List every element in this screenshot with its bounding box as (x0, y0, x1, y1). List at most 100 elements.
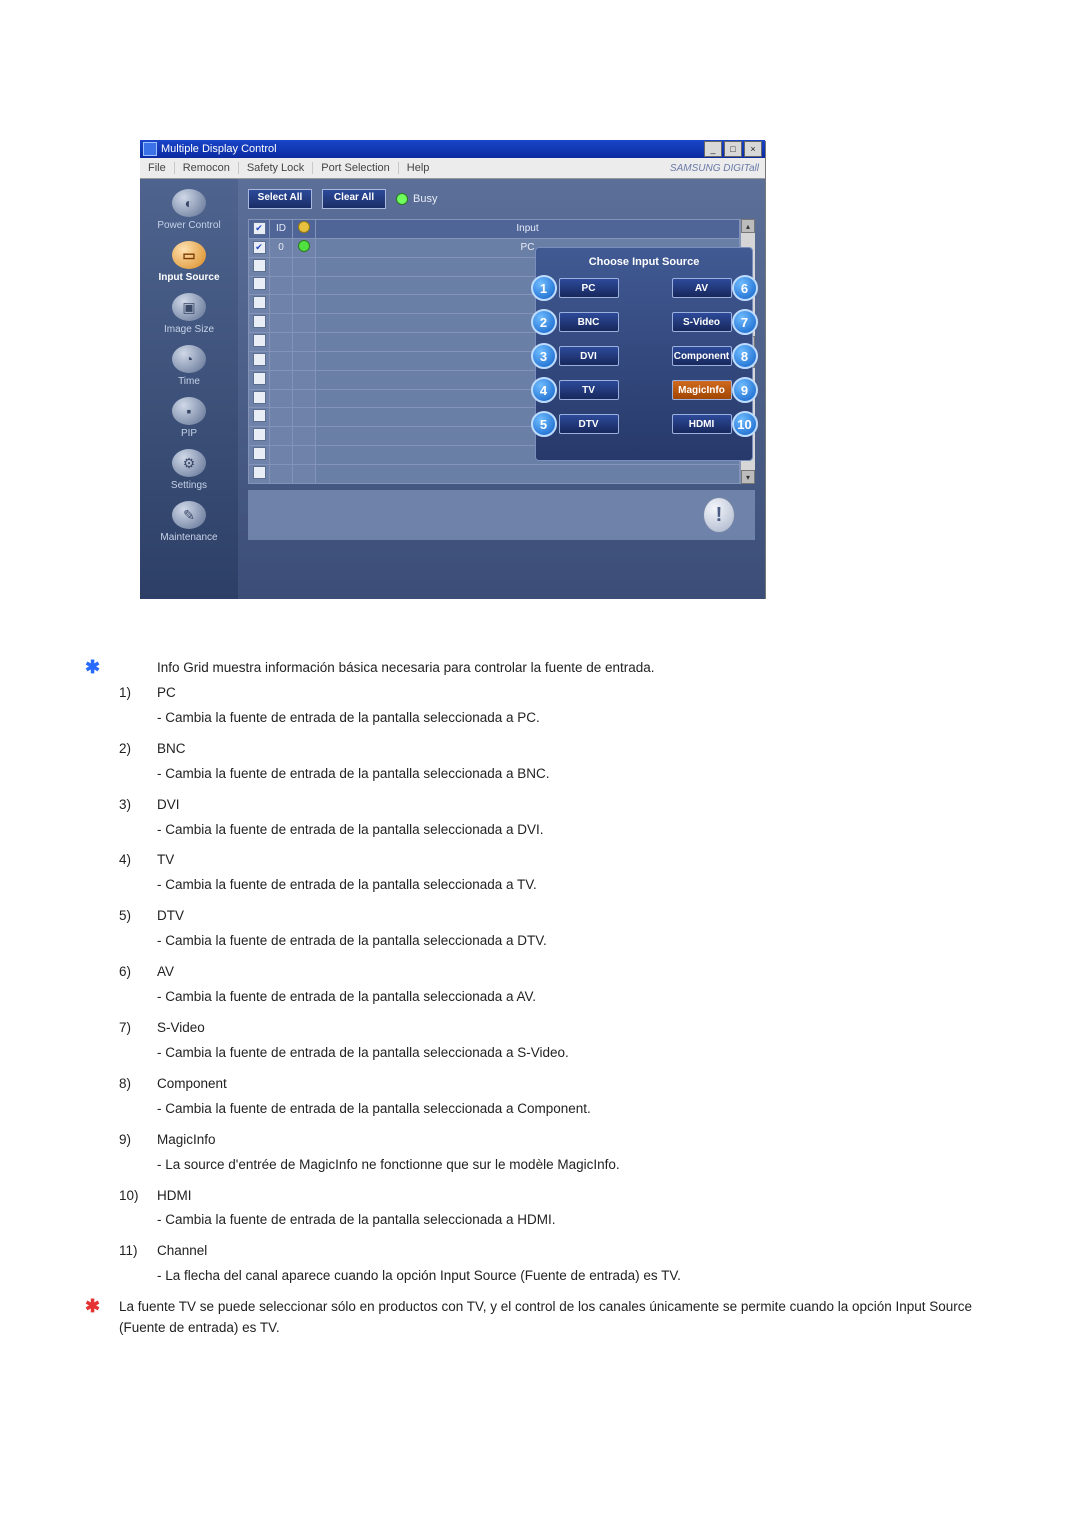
doc-item: 1)PC (85, 683, 995, 704)
menu-port-selection[interactable]: Port Selection (313, 162, 398, 174)
intro-text: Info Grid muestra información básica nec… (157, 658, 995, 679)
sidebar-item-label: Maintenance (140, 532, 238, 543)
doc-item-title: Component (157, 1074, 995, 1095)
sidebar-item-image-size[interactable]: ▣ Image Size (140, 289, 238, 341)
row-checkbox[interactable] (253, 277, 266, 290)
scroll-up-icon[interactable]: ▴ (741, 219, 755, 233)
doc-item-number: 8) (119, 1074, 157, 1095)
doc-item: 9)MagicInfo (85, 1130, 995, 1151)
menu-help[interactable]: Help (399, 162, 438, 174)
doc-item: 2)BNC (85, 739, 995, 760)
header-checkbox[interactable] (253, 222, 266, 235)
source-btn-pc[interactable]: PC (559, 278, 619, 298)
window-close-button[interactable]: × (744, 141, 762, 157)
doc-item-title: PC (157, 683, 995, 704)
row-checkbox[interactable] (253, 259, 266, 272)
doc-item-title: S-Video (157, 1018, 995, 1039)
menu-bar: File Remocon Safety Lock Port Selection … (140, 158, 765, 179)
doc-item-number: 10) (119, 1186, 157, 1207)
row-checkbox[interactable] (253, 334, 266, 347)
title-bar: Multiple Display Control _ □ × (140, 140, 765, 158)
sidebar-item-pip[interactable]: ▪ PIP (140, 393, 238, 445)
row-checkbox[interactable] (253, 372, 266, 385)
source-btn-magicinfo[interactable]: MagicInfo (672, 380, 732, 400)
settings-icon: ⚙ (172, 449, 206, 477)
row-checkbox[interactable] (253, 315, 266, 328)
image-size-icon: ▣ (172, 293, 206, 321)
input-source-icon: ▭ (172, 241, 206, 269)
callout-2: 2 (531, 309, 557, 335)
clear-all-button[interactable]: Clear All (322, 189, 386, 209)
source-btn-hdmi[interactable]: HDMI (672, 414, 732, 434)
sidebar-item-power-control[interactable]: ◐ Power Control (140, 185, 238, 237)
source-btn-av[interactable]: AV (672, 278, 732, 298)
source-btn-dvi[interactable]: DVI (559, 346, 619, 366)
doc-item: 8)Component (85, 1074, 995, 1095)
source-btn-component[interactable]: Component (672, 346, 732, 366)
select-all-button[interactable]: Select All (248, 189, 312, 209)
doc-item-desc: Cambia la fuente de entrada de la pantal… (157, 987, 995, 1008)
doc-item-number: 5) (119, 906, 157, 927)
row-checkbox[interactable] (253, 447, 266, 460)
row-checkbox[interactable] (253, 428, 266, 441)
doc-item-desc: La source d'entrée de MagicInfo ne fonct… (157, 1155, 995, 1176)
row-checkbox[interactable] (253, 353, 266, 366)
toolbar: Select All Clear All Busy (238, 179, 765, 213)
source-btn-tv[interactable]: TV (559, 380, 619, 400)
col-id: ID (270, 220, 293, 239)
sidebar-item-label: Power Control (140, 220, 238, 231)
sidebar-item-label: PIP (140, 428, 238, 439)
window-maximize-button[interactable]: □ (724, 141, 742, 157)
main-area: Select All Clear All Busy ID Input (238, 179, 765, 599)
row-checkbox[interactable] (253, 391, 266, 404)
doc-item-title: MagicInfo (157, 1130, 995, 1151)
source-panel-title: Choose Input Source (544, 256, 744, 268)
alert-icon: ! (703, 497, 735, 533)
sidebar-item-label: Settings (140, 480, 238, 491)
callout-10: 10 (732, 411, 758, 437)
doc-item-desc: Cambia la fuente de entrada de la pantal… (157, 708, 995, 729)
menu-safety-lock[interactable]: Safety Lock (239, 162, 313, 174)
scroll-down-icon[interactable]: ▾ (741, 470, 755, 484)
doc-item-desc: Cambia la fuente de entrada de la pantal… (157, 820, 995, 841)
doc-item-title: DTV (157, 906, 995, 927)
window-title: Multiple Display Control (161, 143, 277, 155)
callout-3: 3 (531, 343, 557, 369)
callout-7: 7 (732, 309, 758, 335)
doc-item: 7)S-Video (85, 1018, 995, 1039)
doc-item: 10)HDMI (85, 1186, 995, 1207)
sidebar-item-maintenance[interactable]: ✎ Maintenance (140, 497, 238, 549)
menu-remocon[interactable]: Remocon (175, 162, 239, 174)
row-checkbox[interactable] (253, 466, 266, 479)
doc-item-number: 1) (119, 683, 157, 704)
sidebar-item-settings[interactable]: ⚙ Settings (140, 445, 238, 497)
doc-item-number: 7) (119, 1018, 157, 1039)
sidebar-item-label: Input Source (140, 272, 238, 283)
doc-item: 4)TV (85, 850, 995, 871)
busy-dot-icon (396, 193, 408, 205)
source-btn-svideo[interactable]: S-Video (672, 312, 732, 332)
choose-input-source-panel: Choose Input Source 1PC AV6 2BNC S-Video… (535, 247, 753, 461)
doc-item-desc: Cambia la fuente de entrada de la pantal… (157, 875, 995, 896)
source-btn-dtv[interactable]: DTV (559, 414, 619, 434)
sidebar-item-input-source[interactable]: ▭ Input Source (140, 237, 238, 289)
doc-item-desc: Cambia la fuente de entrada de la pantal… (157, 1099, 995, 1120)
doc-item: 6)AV (85, 962, 995, 983)
row-checkbox[interactable] (253, 296, 266, 309)
window-minimize-button[interactable]: _ (704, 141, 722, 157)
doc-item-desc: La flecha del canal aparece cuando la op… (157, 1266, 995, 1287)
doc-item: 11)Channel (85, 1241, 995, 1262)
row-checkbox[interactable] (253, 409, 266, 422)
callout-5: 5 (531, 411, 557, 437)
menu-file[interactable]: File (140, 162, 175, 174)
row-checkbox[interactable] (253, 241, 266, 254)
time-icon: ◔ (172, 345, 206, 373)
sidebar-item-time[interactable]: ◔ Time (140, 341, 238, 393)
table-row[interactable] (249, 464, 740, 483)
doc-item-title: DVI (157, 795, 995, 816)
doc-item-number: 4) (119, 850, 157, 871)
maintenance-icon: ✎ (172, 501, 206, 529)
status-dot-icon (298, 240, 310, 252)
source-btn-bnc[interactable]: BNC (559, 312, 619, 332)
col-input: Input (316, 220, 740, 239)
